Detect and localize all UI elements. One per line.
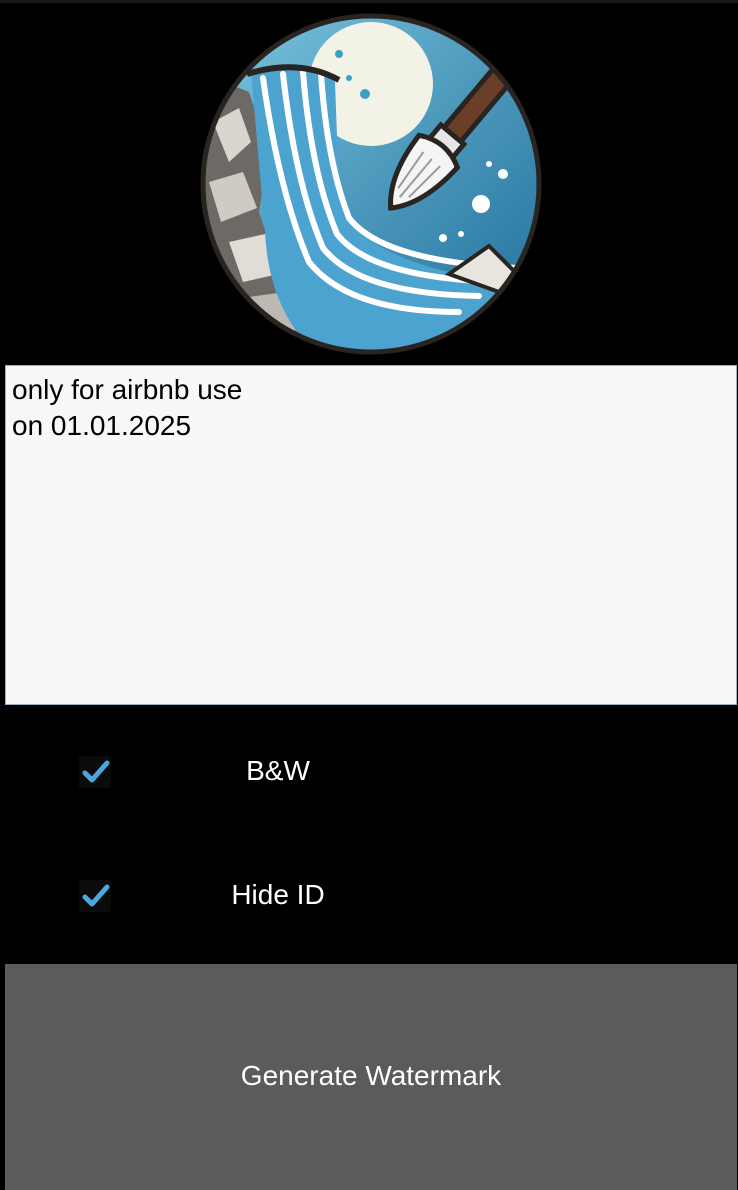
option-row-hide-id: Hide ID [0, 866, 738, 926]
top-divider [0, 0, 738, 3]
bw-checkbox[interactable] [79, 756, 111, 788]
checkmark-icon [82, 884, 110, 907]
watermark-text-input[interactable] [5, 365, 737, 705]
app-screen: B&W Hide ID Generate Watermark [0, 0, 738, 1190]
hide-id-checkbox[interactable] [79, 880, 111, 912]
generate-watermark-button[interactable]: Generate Watermark [5, 964, 737, 1190]
checkmark-icon [82, 760, 110, 783]
option-row-bw: B&W [0, 742, 738, 802]
hide-id-label: Hide ID [231, 879, 325, 910]
waterfall-paintbrush-logo-icon [199, 12, 543, 356]
generate-watermark-label: Generate Watermark [240, 1060, 502, 1091]
bw-label: B&W [246, 755, 310, 786]
